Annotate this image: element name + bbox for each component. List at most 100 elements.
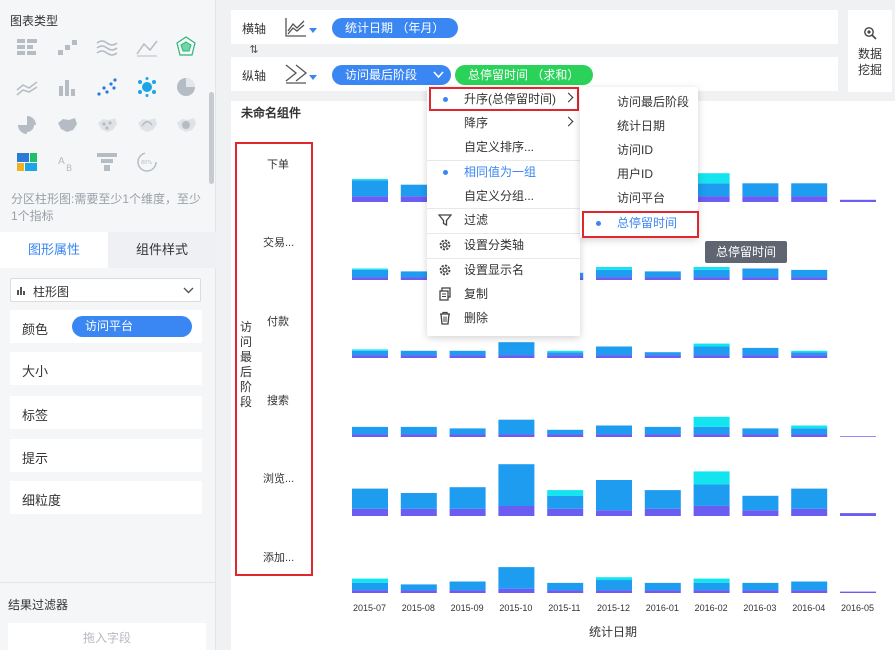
bar-segment-添加...-2016-01-s1[interactable] xyxy=(644,582,681,591)
bar-segment-付款-2015-07-s2[interactable] xyxy=(352,349,388,351)
menu-item-custom-group[interactable]: 自定义分组... xyxy=(427,184,580,208)
bar-segment-付款-2015-07-s1[interactable] xyxy=(352,350,388,356)
line-axis-icon[interactable] xyxy=(284,16,308,38)
bar-segment-搜索-2015-09-s1[interactable] xyxy=(449,428,486,435)
bar-segment-付款-2016-02-s0[interactable] xyxy=(693,355,730,358)
submenu-item-user-id[interactable]: 用户ID xyxy=(580,162,698,186)
bar-segment-下单-2016-04-s0[interactable] xyxy=(791,196,828,202)
bar-segment-搜索-2016-03-s1[interactable] xyxy=(742,428,779,435)
data-mining-button[interactable]: 数据挖掘 xyxy=(848,10,892,92)
bar-segment-添加...-2015-09-s1[interactable] xyxy=(449,581,486,591)
component-title[interactable]: 未命名组件 xyxy=(241,104,301,121)
bar-segment-搜索-2015-12-s0[interactable] xyxy=(596,434,632,437)
bar-segment-付款-2015-11-s2[interactable] xyxy=(547,350,584,353)
bar-segment-浏览...-2015-10-s1[interactable] xyxy=(498,464,535,506)
bar-segment-搜索-2015-08-s0[interactable] xyxy=(400,434,437,437)
bar-segment-浏览...-2015-08-s1[interactable] xyxy=(400,493,437,509)
submenu-item-stat-date[interactable]: 统计日期 xyxy=(580,114,698,138)
bar-segment-浏览...-2016-03-s0[interactable] xyxy=(742,510,779,516)
bar-segment-添加...-2015-08-s0[interactable] xyxy=(400,590,437,593)
treemap-chart-icon[interactable] xyxy=(16,151,38,173)
submenu-item-platform[interactable]: 访问平台 xyxy=(580,186,698,210)
stair-chart-icon[interactable] xyxy=(56,36,78,58)
bar-segment-搜索-2015-11-s0[interactable] xyxy=(547,434,584,437)
sidebar-scrollbar[interactable] xyxy=(209,92,214,184)
bar-segment-浏览...-2015-10-s0[interactable] xyxy=(498,505,535,516)
bar-segment-交易...-2016-03-s1[interactable] xyxy=(742,268,779,278)
bar-segment-搜索-2015-07-s0[interactable] xyxy=(352,434,388,437)
bar-segment-添加...-2016-03-s1[interactable] xyxy=(742,582,779,591)
filter-drop-zone[interactable]: 拖入字段 xyxy=(8,623,206,650)
bar-segment-搜索-2015-11-s1[interactable] xyxy=(547,429,584,435)
bar-segment-添加...-2015-11-s1[interactable] xyxy=(547,582,584,591)
bar-segment-浏览...-2016-04-s0[interactable] xyxy=(791,508,828,516)
bar-segment-浏览...-2015-08-s0[interactable] xyxy=(400,508,437,516)
bar-segment-搜索-2015-09-s0[interactable] xyxy=(449,434,486,437)
bar-segment-添加...-2015-12-s1[interactable] xyxy=(596,580,632,591)
bar-segment-付款-2016-04-s0[interactable] xyxy=(791,355,828,358)
bar-segment-交易...-2016-01-s0[interactable] xyxy=(644,277,681,280)
region-map-icon[interactable] xyxy=(56,114,78,136)
funnel-chart-icon[interactable] xyxy=(96,151,118,173)
bar-segment-添加...-2016-02-s1[interactable] xyxy=(693,582,730,591)
x-axis-field-pill[interactable]: 统计日期 （年月） xyxy=(332,18,458,38)
bar-segment-下单-2015-07-s2[interactable] xyxy=(352,179,388,181)
bar-segment-交易...-2015-12-s0[interactable] xyxy=(596,277,632,280)
prop-granularity-row[interactable]: 细粒度 xyxy=(10,481,202,514)
bubble-chart-icon[interactable] xyxy=(136,76,158,98)
bar-segment-添加...-2016-03-s0[interactable] xyxy=(742,590,779,593)
bar-segment-添加...-2016-04-s0[interactable] xyxy=(791,590,828,593)
point-map-icon[interactable] xyxy=(96,114,118,136)
multi-line-chart-icon[interactable] xyxy=(16,76,38,98)
tab-component-style[interactable]: 组件样式 xyxy=(108,232,216,268)
bar-segment-浏览...-2016-01-s1[interactable] xyxy=(644,490,681,509)
bar-segment-浏览...-2015-07-s0[interactable] xyxy=(352,508,388,516)
bar-segment-搜索-2016-04-s2[interactable] xyxy=(791,425,828,429)
bar-segment-交易...-2016-04-s0[interactable] xyxy=(791,277,828,280)
bar-segment-浏览...-2016-02-s1[interactable] xyxy=(693,484,730,506)
bar-segment-添加...-2015-10-s1[interactable] xyxy=(498,567,535,589)
bar-segment-添加...-2016-01-s0[interactable] xyxy=(644,590,681,593)
bar-segment-浏览...-2015-11-s2[interactable] xyxy=(547,490,584,496)
bar-segment-交易...-2016-03-s0[interactable] xyxy=(742,277,779,280)
bar-segment-付款-2016-03-s0[interactable] xyxy=(742,355,779,358)
bar-segment-下单-2015-07-s0[interactable] xyxy=(352,196,388,202)
bar-segment-下单-2016-05-s0[interactable] xyxy=(840,199,876,202)
prop-tooltip-row[interactable]: 提示 xyxy=(10,439,202,472)
bar-segment-下单-2015-07-s1[interactable] xyxy=(352,180,388,197)
scatter-chart-icon[interactable] xyxy=(96,76,118,98)
bar-segment-付款-2015-11-s1[interactable] xyxy=(547,352,584,356)
bar-segment-搜索-2016-04-s0[interactable] xyxy=(791,434,828,437)
line-chart-icon[interactable] xyxy=(136,36,158,58)
menu-item-delete[interactable]: 删除 xyxy=(427,306,580,330)
bar-segment-浏览...-2016-01-s0[interactable] xyxy=(644,508,681,516)
bar-segment-交易...-2015-07-s0[interactable] xyxy=(352,277,388,280)
bar-segment-下单-2016-02-s0[interactable] xyxy=(693,196,730,202)
bar-segment-添加...-2016-02-s2[interactable] xyxy=(693,578,730,583)
gauge-chart-icon[interactable]: 80% xyxy=(136,151,158,173)
bar-segment-搜索-2015-08-s1[interactable] xyxy=(400,426,437,435)
bar-segment-搜索-2016-02-s1[interactable] xyxy=(693,426,730,435)
bar-segment-添加...-2015-11-s0[interactable] xyxy=(547,590,584,593)
bar-segment-付款-2015-08-s0[interactable] xyxy=(400,355,437,358)
swap-axes-icon[interactable]: ⇅ xyxy=(243,42,265,58)
bar-segment-浏览...-2016-02-s2[interactable] xyxy=(693,471,730,485)
bar-segment-浏览...-2016-04-s1[interactable] xyxy=(791,488,828,509)
flow-map-icon[interactable] xyxy=(136,114,158,136)
bar-segment-交易...-2015-07-s2[interactable] xyxy=(352,268,388,270)
chart-type-select[interactable]: 柱形图 xyxy=(10,278,201,302)
menu-item-copy[interactable]: 复制 xyxy=(427,282,580,306)
prop-label-row[interactable]: 标签 xyxy=(10,396,202,429)
bar-segment-搜索-2016-04-s1[interactable] xyxy=(791,428,828,435)
bar-segment-交易...-2015-12-s2[interactable] xyxy=(596,267,632,270)
bar-segment-付款-2016-03-s1[interactable] xyxy=(742,347,779,356)
menu-item-group-same[interactable]: 相同值为一组 xyxy=(427,160,580,184)
bar-segment-添加...-2015-10-s0[interactable] xyxy=(498,588,535,593)
bar-segment-付款-2015-09-s0[interactable] xyxy=(449,355,486,358)
bar-segment-付款-2015-10-s0[interactable] xyxy=(498,355,535,358)
y-axis-field-pill[interactable]: 访问最后阶段 xyxy=(332,65,451,85)
bar-segment-添加...-2015-12-s2[interactable] xyxy=(596,577,632,581)
bar-segment-付款-2015-08-s1[interactable] xyxy=(400,350,437,356)
caret-down-icon[interactable] xyxy=(309,75,317,80)
bar-segment-添加...-2015-12-s0[interactable] xyxy=(596,590,632,593)
